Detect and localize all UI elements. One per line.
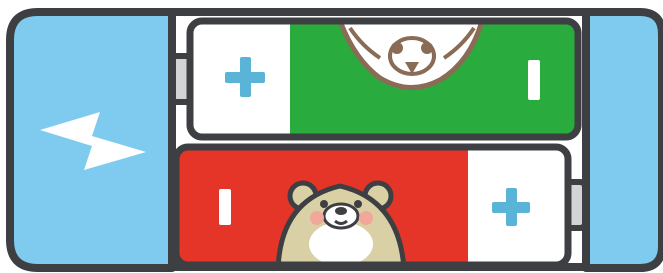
top-battery <box>169 17 582 141</box>
bear-icon <box>275 180 407 265</box>
minus-icon <box>219 189 231 225</box>
bottom-battery <box>172 143 588 269</box>
case-right-cap <box>582 8 663 272</box>
case-left-cap <box>6 8 176 272</box>
minus-icon <box>528 60 540 100</box>
battery-pack-illustration <box>6 8 663 272</box>
